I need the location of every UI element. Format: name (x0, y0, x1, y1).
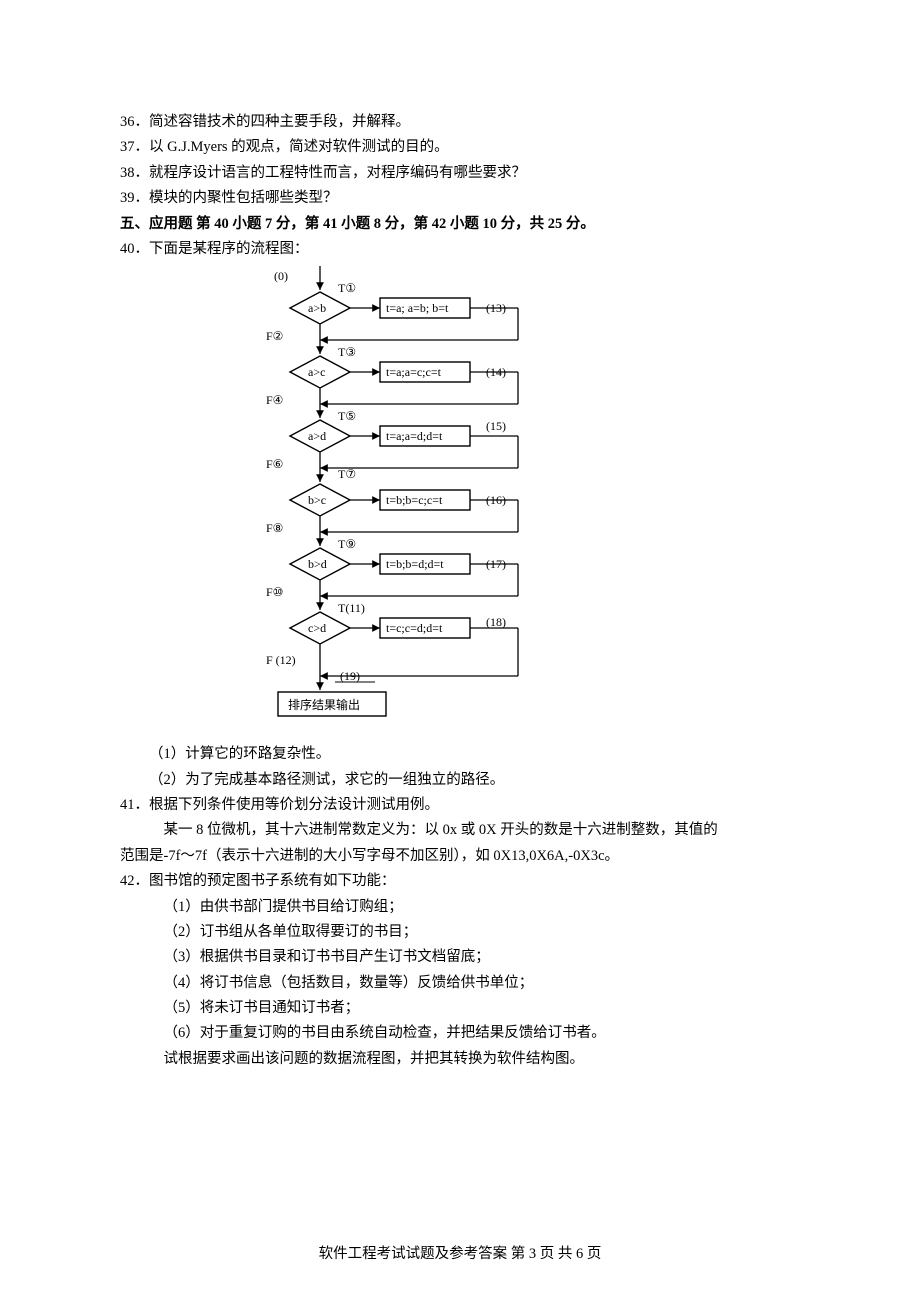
question-37: 37．以 G.J.Myers 的观点，简述对软件测试的目的。 (120, 135, 800, 160)
flow-f11-label: F (12) (266, 653, 296, 667)
question-36: 36．简述容错技术的四种主要手段，并解释。 (120, 110, 800, 135)
flow-output: 排序结果输出 (288, 697, 360, 712)
footer-text: 软件工程考试试题及参考答案 第 3 页 共 6 页 (319, 1246, 602, 1262)
question-40-2: （2）为了完成基本路径测试，求它的一组独立的路径。 (120, 768, 800, 793)
flowchart-svg: (0) T① a>b t=a; a=b; b=t (13) F② (260, 266, 530, 736)
flow-r7: t=b;b=c;c=t (386, 493, 443, 507)
flow-f7-label: F⑧ (266, 521, 283, 535)
question-42-2: （2）订书组从各单位取得要订的书目； (120, 920, 800, 945)
flow-d11: c>d (308, 621, 326, 635)
section-5-heading: 五、应用题 第 40 小题 7 分，第 41 小题 8 分，第 42 小题 10… (120, 212, 800, 237)
flow-e5: (15) (486, 419, 506, 433)
flow-f1-label: F② (266, 329, 283, 343)
flow-t3-label: T③ (338, 345, 356, 359)
flow-r1: t=a; a=b; b=t (386, 301, 449, 315)
question-42-5: （5）将未订书目通知订书者； (120, 996, 800, 1021)
flow-d9: b>d (308, 557, 327, 571)
flow-e11: (18) (486, 615, 506, 629)
flow-t9-label: T⑨ (338, 537, 356, 551)
flow-r3: t=a;a=c;c=t (386, 365, 442, 379)
flow-t11-label: T(11) (338, 601, 365, 615)
question-41-body2: 范围是-7f～7f（表示十六进制的大小写字母不加区别），如 0X13,0X6A,… (120, 844, 800, 869)
flow-t1-label: T① (338, 281, 356, 295)
flow-r5: t=a;a=d;d=t (386, 429, 443, 443)
question-42-6: （6）对于重复订购的书目由系统自动检查，并把结果反馈给订书者。 (120, 1021, 800, 1046)
question-42-1: （1）由供书部门提供书目给订购组； (120, 895, 800, 920)
flow-f3-label: F④ (266, 393, 283, 407)
question-38: 38．就程序设计语言的工程特性而言，对程序编码有哪些要求？ (120, 161, 800, 186)
question-42-3: （3）根据供书目录和订书书目产生订书文档留底； (120, 945, 800, 970)
flow-d7: b>c (308, 493, 326, 507)
question-41-body1: 某一 8 位微机，其十六进制常数定义为：以 0x 或 0X 开头的数是十六进制整… (120, 818, 800, 843)
flow-r11: t=c;c=d;d=t (386, 621, 443, 635)
question-40-intro: 40．下面是某程序的流程图： (120, 237, 800, 262)
page-container: 36．简述容错技术的四种主要手段，并解释。 37．以 G.J.Myers 的观点… (0, 0, 920, 1302)
question-40-1: （1）计算它的环路复杂性。 (120, 742, 800, 767)
flow-f5-label: F⑥ (266, 457, 283, 471)
flow-d1: a>b (308, 301, 326, 315)
question-39: 39．模块的内聚性包括哪些类型？ (120, 186, 800, 211)
flow-d5: a>d (308, 429, 326, 443)
flow-t7-label: T⑦ (338, 467, 356, 481)
flow-d3: a>c (308, 365, 325, 379)
page-footer: 软件工程考试试题及参考答案 第 3 页 共 6 页 (0, 1242, 920, 1267)
content-block: 36．简述容错技术的四种主要手段，并解释。 37．以 G.J.Myers 的观点… (120, 110, 800, 1072)
question-41-intro: 41．根据下列条件使用等价划分法设计测试用例。 (120, 793, 800, 818)
flowchart-container: (0) T① a>b t=a; a=b; b=t (13) F② (120, 266, 920, 736)
flow-f9-label: F⑩ (266, 585, 283, 599)
question-42-intro: 42．图书馆的预定图书子系统有如下功能： (120, 869, 800, 894)
flow-start-label: (0) (274, 269, 288, 283)
question-42-4: （4）将订书信息（包括数目，数量等）反馈给供书单位； (120, 971, 800, 996)
flow-t5-label: T⑤ (338, 409, 356, 423)
question-42-end: 试根据要求画出该问题的数据流程图，并把其转换为软件结构图。 (120, 1047, 800, 1072)
flow-r9: t=b;b=d;d=t (386, 557, 444, 571)
